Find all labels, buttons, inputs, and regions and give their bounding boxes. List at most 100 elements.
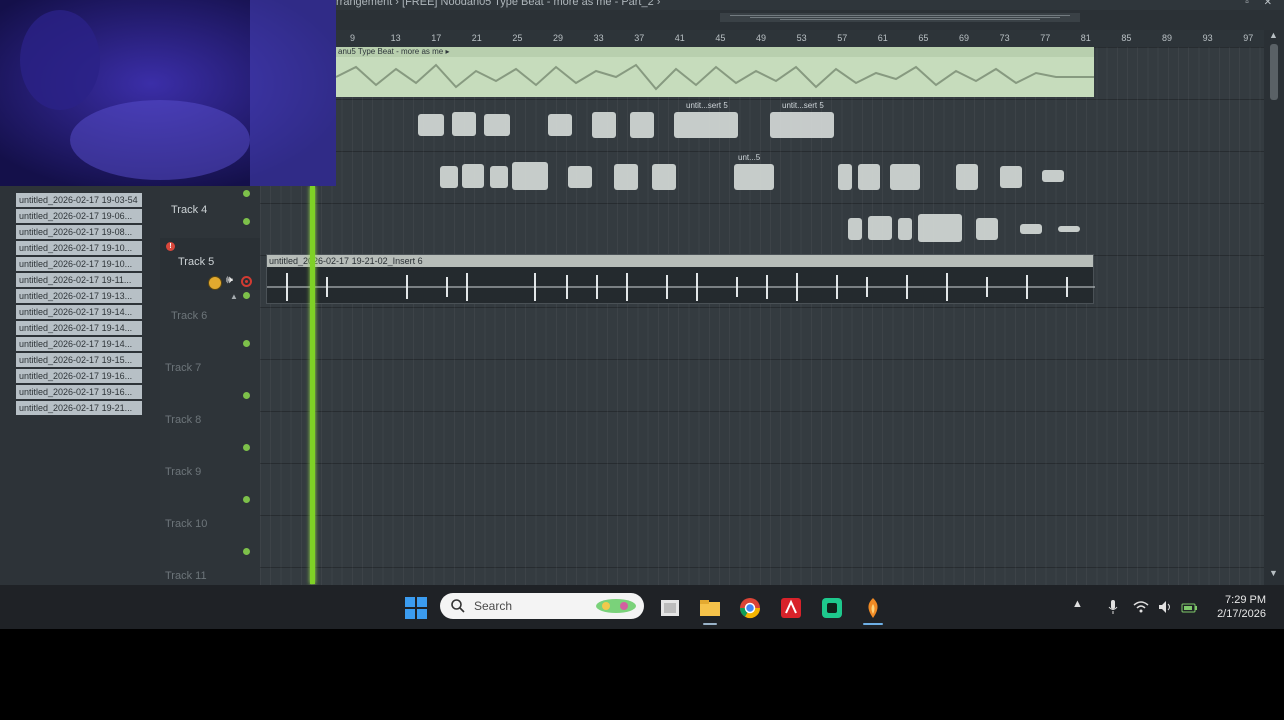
track-active-indicator[interactable] bbox=[243, 548, 250, 555]
wifi-icon[interactable] bbox=[1132, 598, 1150, 616]
track-name: Track 8 bbox=[165, 414, 202, 426]
track-header-selected[interactable]: ! Track 5 🕪 ▲ bbox=[160, 238, 260, 301]
browser-item[interactable]: untitled_2026-02-17 19-08... bbox=[16, 225, 142, 239]
playlist-grid[interactable]: anu5 Type Beat - more as me ▸ untit...se… bbox=[260, 47, 1264, 585]
scroll-thumb[interactable] bbox=[1270, 44, 1278, 100]
ruler-tick: 77 bbox=[1040, 33, 1051, 43]
show-hidden-icons-icon[interactable]: ▲ bbox=[1072, 598, 1090, 616]
ruler-tick: 53 bbox=[796, 33, 807, 43]
svg-text:untit...sert 5: untit...sert 5 bbox=[782, 101, 824, 110]
speaker-icon[interactable]: 🕪 bbox=[226, 274, 233, 287]
track-active-indicator[interactable] bbox=[243, 444, 250, 451]
track-active-indicator[interactable] bbox=[243, 190, 250, 197]
audio-clip-group[interactable]: unt...5 bbox=[438, 152, 1078, 198]
ruler-tick: 13 bbox=[390, 33, 401, 43]
ruler-tick: 45 bbox=[715, 33, 726, 43]
ruler-tick: 25 bbox=[512, 33, 523, 43]
volume-icon[interactable] bbox=[1156, 598, 1174, 616]
ruler-tick: 29 bbox=[553, 33, 564, 43]
track-header[interactable]: Track 7 bbox=[160, 360, 260, 412]
track-headers: Track 4 ! Track 5 🕪 ▲ Track 6 Track 7 Tr… bbox=[160, 186, 260, 585]
record-arm-icon[interactable]: ! bbox=[166, 242, 175, 251]
track-active-indicator[interactable] bbox=[243, 340, 250, 347]
track-header[interactable]: Track 10 bbox=[160, 516, 260, 568]
clip-label: anu5 Type Beat - more as me ▸ bbox=[336, 47, 1094, 57]
track-active-indicator[interactable] bbox=[243, 292, 250, 299]
waveform bbox=[848, 214, 1080, 242]
scroll-up-icon[interactable]: ▲ bbox=[1269, 30, 1278, 40]
waveform: untit...sert 5 untit...sert 5 bbox=[418, 101, 834, 138]
ruler-tick: 33 bbox=[593, 33, 604, 43]
audio-clip-track5[interactable]: untitled_2026-02-17 19-21-02_Insert 6 bbox=[266, 254, 1095, 304]
taskbar-search[interactable]: Search bbox=[440, 593, 644, 619]
ruler-tick: 73 bbox=[999, 33, 1010, 43]
window-controls[interactable]: ▫ ✕ bbox=[1245, 0, 1278, 8]
ruler-tick: 69 bbox=[959, 33, 970, 43]
browser-item[interactable]: untitled_2026-02-17 19-10... bbox=[16, 257, 142, 271]
webcam-overlay bbox=[0, 0, 336, 186]
track-active-indicator[interactable] bbox=[243, 218, 250, 225]
fl-studio-icon[interactable] bbox=[861, 596, 885, 620]
collapse-arrow-icon[interactable]: ▲ bbox=[230, 292, 238, 301]
browser-item[interactable]: untitled_2026-02-17 19-03-54 bbox=[16, 193, 142, 207]
browser-item[interactable]: untitled_2026-02-17 19-14... bbox=[16, 321, 142, 335]
track-name: Track 6 bbox=[171, 310, 208, 322]
ruler-tick: 17 bbox=[431, 33, 442, 43]
browser-item[interactable]: untitled_2026-02-17 19-14... bbox=[16, 337, 142, 351]
app-red-icon[interactable] bbox=[779, 596, 803, 620]
system-clock[interactable]: 7:29 PM 2/17/2026 bbox=[1217, 593, 1266, 621]
battery-icon[interactable] bbox=[1180, 598, 1198, 616]
track-header[interactable]: Track 11 bbox=[160, 568, 260, 585]
track-active-indicator[interactable] bbox=[243, 392, 250, 399]
track-header[interactable]: Track 6 bbox=[160, 308, 260, 360]
ruler-tick: 89 bbox=[1162, 33, 1173, 43]
track-color-button[interactable] bbox=[208, 276, 222, 290]
ruler-tick: 93 bbox=[1202, 33, 1213, 43]
ruler-tick: 85 bbox=[1121, 33, 1132, 43]
ruler-tick: 9 bbox=[350, 33, 356, 43]
microphone-icon[interactable] bbox=[1104, 598, 1122, 616]
browser-item[interactable]: untitled_2026-02-17 19-16... bbox=[16, 369, 142, 383]
ruler-tick: 49 bbox=[756, 33, 767, 43]
clock-time: 7:29 PM bbox=[1225, 594, 1266, 606]
track-header[interactable]: Track 8 bbox=[160, 412, 260, 464]
chrome-icon[interactable] bbox=[738, 596, 762, 620]
svg-text:untit...sert 5: untit...sert 5 bbox=[686, 101, 728, 110]
waveform bbox=[267, 273, 1095, 301]
vertical-scrollbar[interactable]: ▲ ▼ bbox=[1264, 30, 1284, 585]
track-active-indicator[interactable] bbox=[243, 496, 250, 503]
browser-item[interactable]: untitled_2026-02-17 19-11... bbox=[16, 273, 142, 287]
playlist-overview[interactable] bbox=[720, 11, 1080, 24]
task-view-icon[interactable] bbox=[658, 596, 682, 620]
browser-item[interactable]: untitled_2026-02-17 19-06... bbox=[16, 209, 142, 223]
browser-item[interactable]: untitled_2026-02-17 19-13... bbox=[16, 289, 142, 303]
browser-item[interactable]: untitled_2026-02-17 19-15... bbox=[16, 353, 142, 367]
scroll-down-icon[interactable]: ▼ bbox=[1269, 568, 1278, 578]
app-green-icon[interactable] bbox=[820, 596, 844, 620]
track-name: Track 9 bbox=[165, 466, 202, 478]
track-name: Track 10 bbox=[165, 518, 208, 530]
audio-clip-group[interactable] bbox=[846, 204, 1086, 250]
clock-date: 2/17/2026 bbox=[1217, 608, 1266, 620]
ruler-tick: 81 bbox=[1080, 33, 1091, 43]
audio-clip-group[interactable]: untit...sert 5 untit...sert 5 bbox=[416, 100, 836, 146]
browser-list: untitled_2026-02-17 19-03-54 untitled_20… bbox=[16, 193, 142, 417]
browser-item[interactable]: untitled_2026-02-17 19-10... bbox=[16, 241, 142, 255]
windows-start-icon[interactable] bbox=[404, 596, 428, 620]
track-name: Track 11 bbox=[165, 570, 207, 582]
webcam-image bbox=[0, 0, 336, 186]
windows-taskbar: Search ▲ 7:29 PM 2/17/2026 bbox=[0, 585, 1284, 629]
file-explorer-icon[interactable] bbox=[698, 596, 722, 620]
search-icon bbox=[451, 599, 465, 613]
timeline-ruler[interactable]: 9 13 17 21 25 29 33 37 41 45 49 53 57 61 65 69 73 77 81 85 8… bbox=[336, 30, 1264, 47]
audio-clip-main[interactable]: anu5 Type Beat - more as me ▸ bbox=[336, 47, 1094, 97]
svg-text:unt...5: unt...5 bbox=[738, 153, 761, 162]
browser-item[interactable]: untitled_2026-02-17 19-21... bbox=[16, 401, 142, 415]
track-header[interactable]: Track 4 bbox=[160, 186, 260, 238]
active-indicator bbox=[863, 623, 883, 625]
browser-item[interactable]: untitled_2026-02-17 19-14... bbox=[16, 305, 142, 319]
playhead[interactable] bbox=[310, 186, 315, 584]
browser-item[interactable]: untitled_2026-02-17 19-16... bbox=[16, 385, 142, 399]
track-header[interactable]: Track 9 bbox=[160, 464, 260, 516]
record-button[interactable] bbox=[241, 276, 252, 287]
